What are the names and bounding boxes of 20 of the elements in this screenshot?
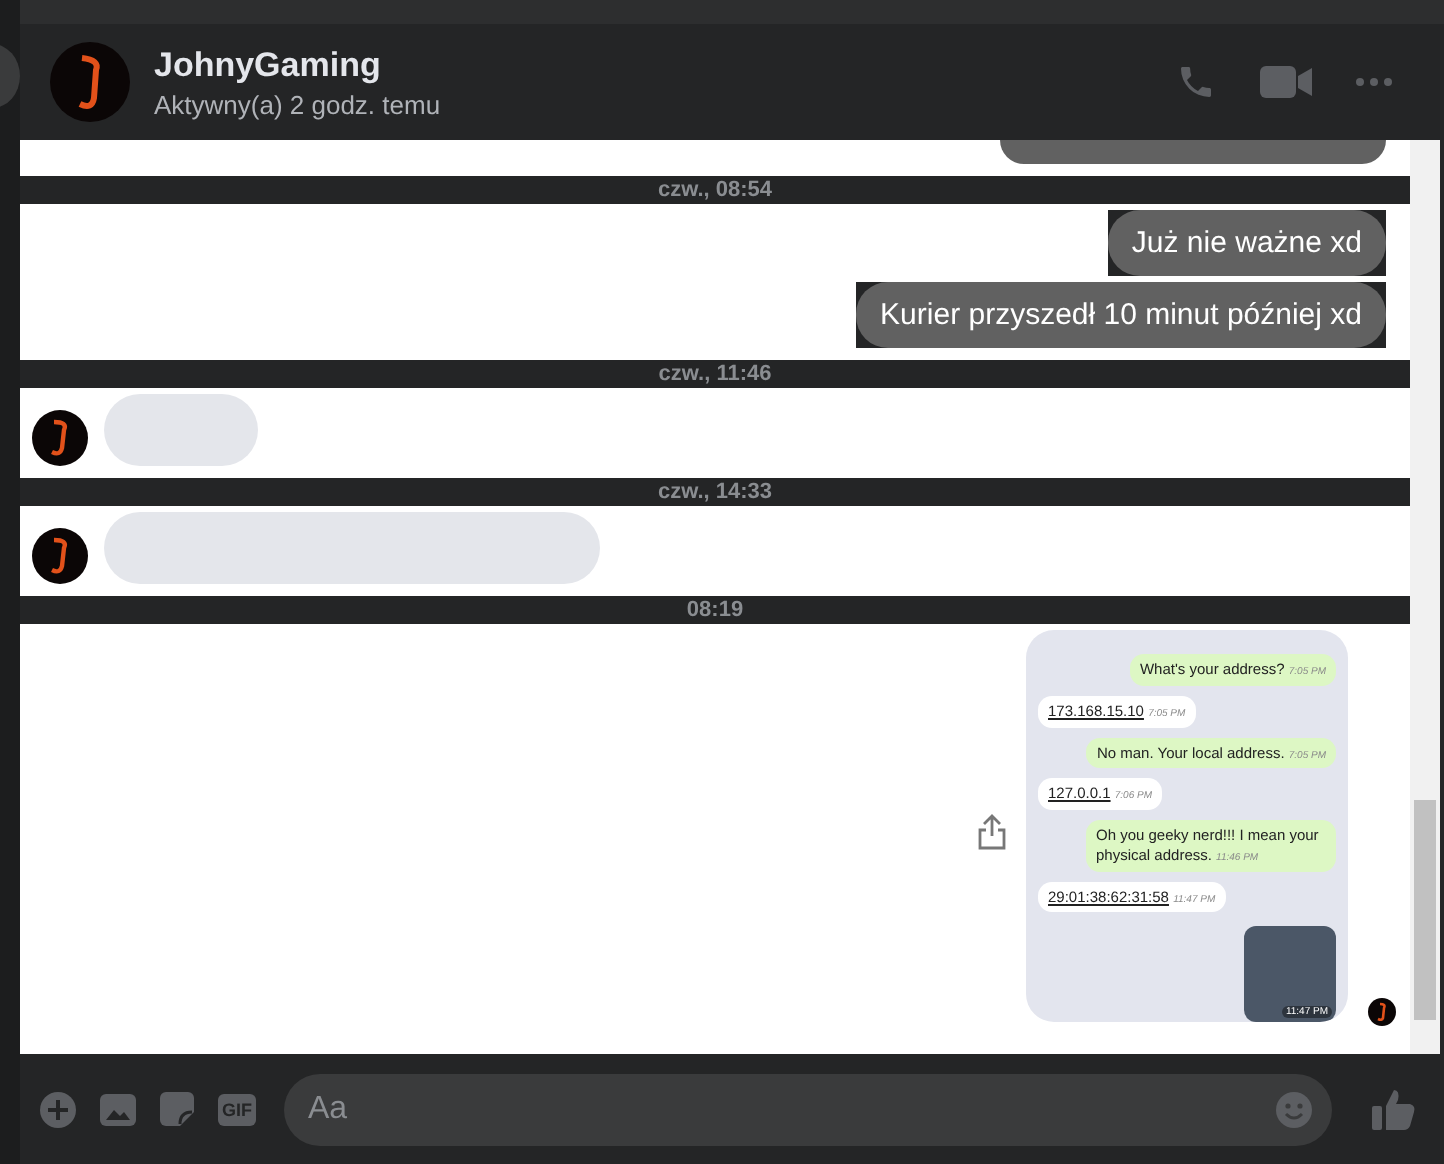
thumbs-up-icon[interactable] — [1372, 1087, 1416, 1131]
image-icon[interactable] — [100, 1093, 136, 1125]
sticker-icon[interactable] — [160, 1092, 194, 1126]
message-field[interactable]: Aa — [284, 1073, 1332, 1145]
message-bubble: Kurier przyszedł 10 minut później xd — [856, 282, 1386, 348]
message-input[interactable]: Aa — [304, 1089, 1276, 1129]
share-icon[interactable] — [978, 814, 1006, 850]
active-status: Aktywny(a) 2 godz. temu — [154, 89, 443, 119]
avatar-icon — [32, 410, 88, 466]
scrollbar[interactable] — [1410, 140, 1440, 1054]
avatar-icon — [50, 42, 130, 122]
video-camera-icon[interactable] — [1260, 64, 1312, 100]
message-bubble: Już nie ważne xd — [1107, 210, 1386, 276]
contact-name: JohnyGaming — [154, 45, 383, 85]
read-receipt-avatar-icon — [1368, 998, 1396, 1026]
emoji-icon[interactable] — [1276, 1091, 1312, 1127]
plus-icon[interactable] — [40, 1091, 76, 1127]
phone-icon[interactable] — [1176, 62, 1216, 102]
avatar-icon — [32, 528, 88, 584]
more-icon[interactable] — [1356, 78, 1392, 86]
